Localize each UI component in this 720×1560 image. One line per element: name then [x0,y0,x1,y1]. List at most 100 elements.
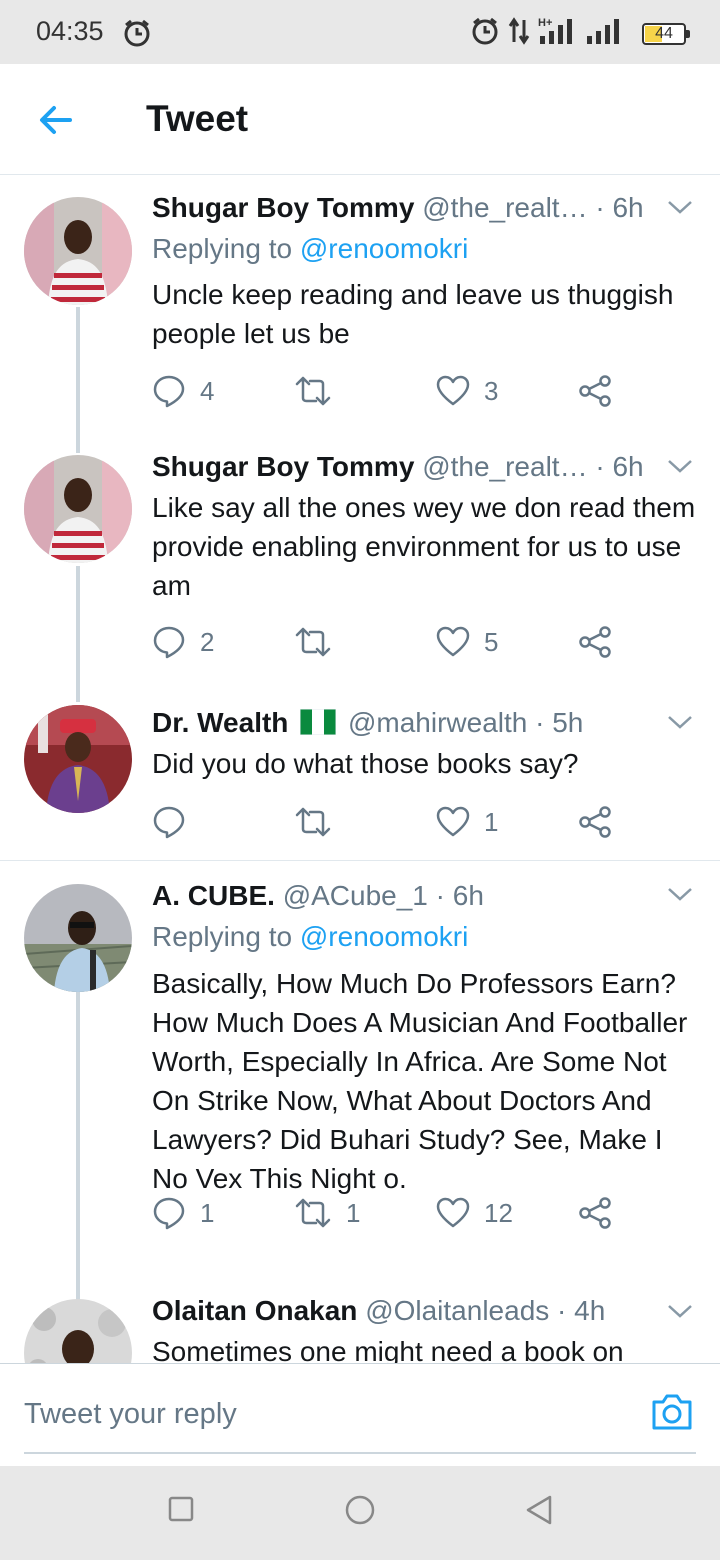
tweet-actions: 4 3 [152,371,622,411]
tweet-header: Dr. Wealth @mahirwealth · 5h [152,706,680,743]
tweet-text: Uncle keep reading and leave us thuggish… [152,279,674,349]
tweet-time: · 5h [535,707,584,738]
heart-icon [436,626,470,657]
tweet-actions: 1 [152,802,622,842]
reply-button[interactable]: 2 [152,622,214,662]
chevron-down-icon[interactable] [666,712,694,737]
signal-h-plus-icon: H+ [538,16,578,51]
reply-count: 2 [200,626,215,657]
retweet-button[interactable] [294,622,346,662]
author-name[interactable]: Dr. Wealth [152,707,288,738]
mention-link[interactable]: @renoomokri [300,921,468,952]
tweet-time: · 4h [557,1295,606,1326]
signal-icon [586,16,622,51]
tweet-text: Did you do what those books say? [152,748,579,779]
reply-icon [153,806,185,839]
author-name[interactable]: Shugar Boy Tommy [152,451,414,482]
replying-to: Replying to @renoomokri [152,232,468,266]
chevron-down-icon[interactable] [666,197,694,222]
battery-icon: 44 [642,22,690,45]
tweet-time: · 6h [595,192,644,223]
share-button[interactable] [578,802,612,842]
retweet-button[interactable] [294,371,346,411]
thread-line [76,307,80,453]
heart-icon [436,375,470,406]
tweet-time: · 6h [435,880,484,911]
replying-label: Replying to [152,921,293,952]
share-icon [579,806,611,838]
alarm-icon [122,18,152,53]
mention-link[interactable]: @renoomokri [300,233,468,264]
app-header: Tweet [0,64,720,175]
share-button[interactable] [578,371,612,411]
like-button[interactable]: 3 [436,371,498,411]
heart-icon [436,806,470,837]
retweet-icon [295,807,331,837]
tweet-text: Basically, How Much Do Professors Earn? … [152,968,688,1194]
reply-button[interactable] [152,802,200,842]
author-name[interactable]: Olaitan Onakan [152,1295,357,1326]
retweet-icon [295,1198,331,1228]
replies-feed[interactable]: Shugar Boy Tommy @the_realt… · 6h Replyi… [0,175,720,1363]
like-button[interactable]: 12 [436,1193,513,1233]
camera-button[interactable] [650,1392,694,1437]
tweet-actions: 2 5 [152,622,622,662]
square-recents-icon[interactable] [168,1496,194,1527]
thread-line [76,992,80,1304]
circle-home-icon[interactable] [344,1494,376,1531]
reply-icon [153,375,185,408]
reply-input[interactable] [24,1384,634,1444]
status-time: 04:35 [36,16,104,46]
back-button[interactable] [34,98,78,142]
author-name[interactable]: A. CUBE. [152,880,275,911]
author-handle[interactable]: @the_realt… [422,192,587,223]
author-handle[interactable]: @the_realt… [422,451,587,482]
retweet-button[interactable] [294,802,346,842]
avatar[interactable] [24,705,132,813]
replying-to: Replying to @renoomokri [152,920,468,954]
share-button[interactable] [578,622,612,662]
page-title: Tweet [146,98,249,139]
avatar[interactable] [24,884,132,992]
triangle-back-icon[interactable] [524,1494,554,1531]
chevron-down-icon[interactable] [666,456,694,481]
author-name[interactable]: Shugar Boy Tommy [152,192,414,223]
status-bar: 04:35 H+ 44 [0,0,720,64]
author-handle[interactable]: @Olaitanleads [365,1295,549,1326]
conversation-divider [0,860,720,861]
thread-line [76,566,80,702]
chevron-down-icon[interactable] [666,884,694,909]
retweet-count: 1 [346,1197,361,1228]
share-button[interactable] [578,1193,612,1233]
retweet-button[interactable]: 1 [294,1193,360,1233]
like-count: 3 [484,375,499,406]
reply-button[interactable]: 1 [152,1193,214,1233]
nigeria-flag-icon [299,708,337,743]
like-button[interactable]: 1 [436,802,498,842]
tweet-header: Shugar Boy Tommy @the_realt… · 6h [152,191,680,225]
chevron-down-icon[interactable] [666,1301,694,1326]
like-button[interactable]: 5 [436,622,498,662]
back-arrow-icon [40,106,72,134]
avatar[interactable] [24,455,132,563]
like-count: 12 [484,1197,513,1228]
tweet-header: Olaitan Onakan @Olaitanleads · 4h [152,1294,680,1328]
share-icon [579,626,611,658]
reply-composer [0,1363,720,1467]
input-underline [24,1452,696,1454]
status-icons: H+ 44 [470,16,690,51]
author-handle[interactable]: @mahirwealth [348,707,527,738]
retweet-icon [295,376,331,406]
reply-count: 4 [200,375,215,406]
tweet-header: Shugar Boy Tommy @the_realt… · 6h [152,450,680,484]
reply-icon [153,626,185,659]
avatar[interactable] [24,197,132,305]
heart-icon [436,1197,470,1228]
avatar[interactable] [24,1299,132,1363]
author-handle[interactable]: @ACube_1 [283,880,428,911]
reply-button[interactable]: 4 [152,371,214,411]
share-icon [579,375,611,407]
tweet-header: A. CUBE. @ACube_1 · 6h [152,879,680,913]
system-nav-bar [0,1466,720,1560]
share-icon [579,1197,611,1229]
